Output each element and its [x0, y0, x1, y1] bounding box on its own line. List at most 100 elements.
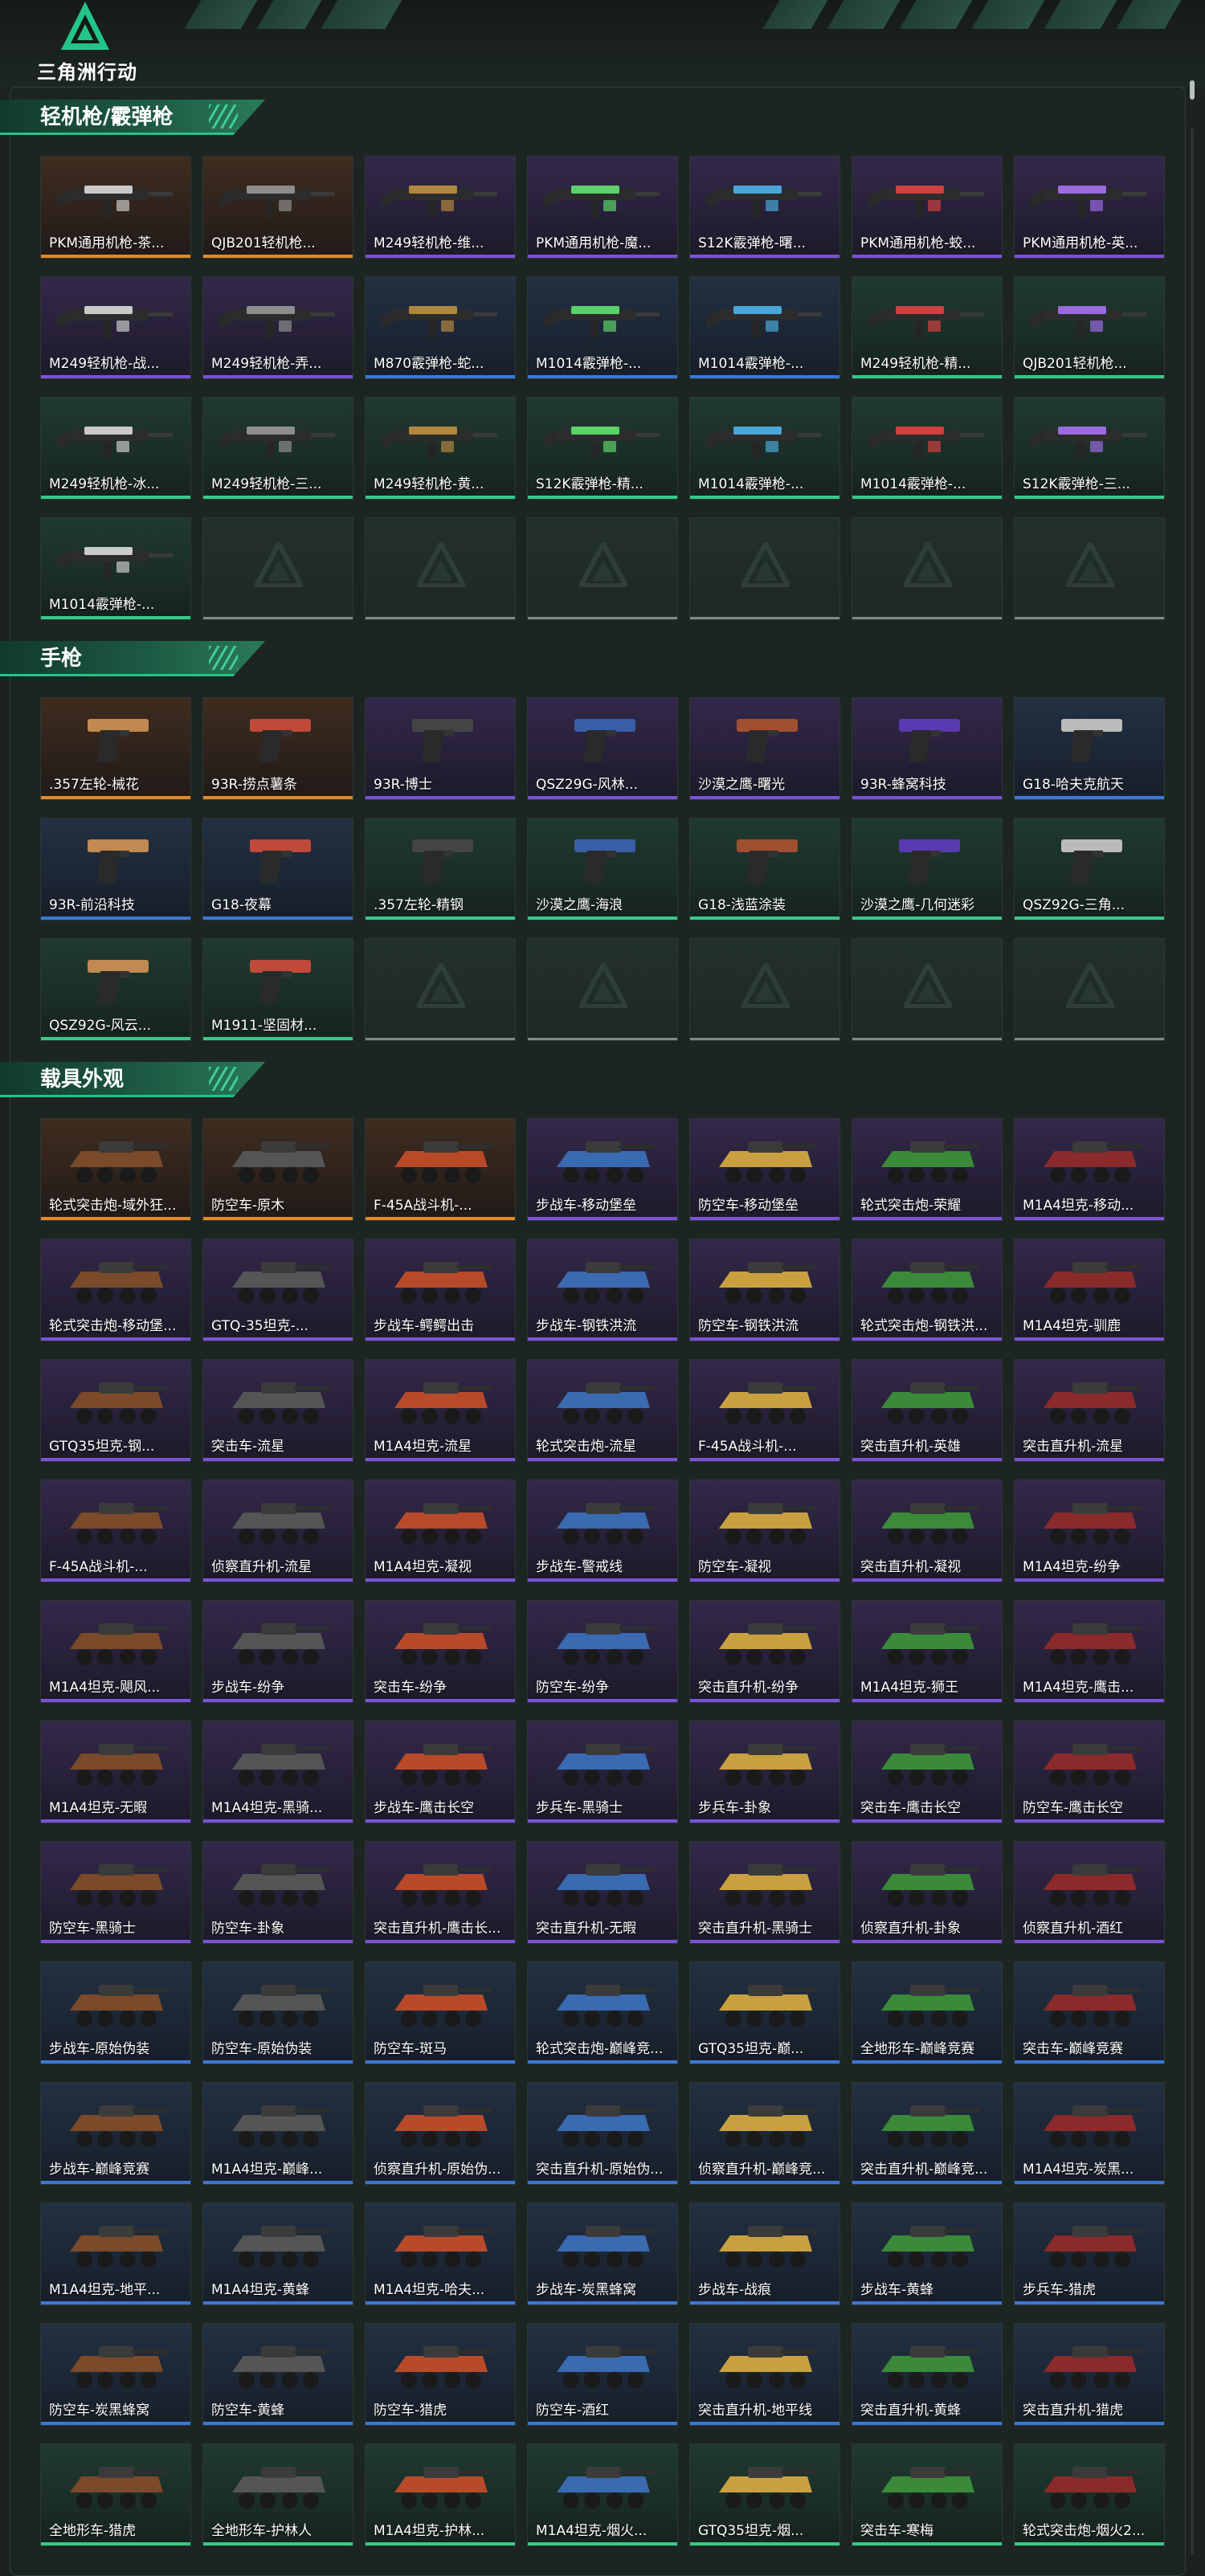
skin-card[interactable]: 防空车-炭黑蜂窝 [40, 2323, 191, 2426]
skin-card[interactable]: 突击直升机-黑骑士 [689, 1841, 840, 1944]
skin-card[interactable]: M870霰弹枪-蛇... [365, 276, 516, 379]
skin-card[interactable]: M1014霰弹枪-... [689, 397, 840, 500]
skin-card[interactable]: 步战车-黄蜂 [852, 2202, 1003, 2305]
skin-card[interactable]: 防空车-酒红 [527, 2323, 678, 2426]
skin-card[interactable]: QJB201轻机枪... [1014, 276, 1165, 379]
skin-card[interactable]: GTQ35坦克-钢... [40, 1359, 191, 1462]
skin-card[interactable]: 防空车-移动堡垒 [689, 1118, 840, 1221]
skin-card[interactable]: 突击直升机-鹰击长... [365, 1841, 516, 1944]
skin-card[interactable]: 步战车-纷争 [202, 1600, 353, 1703]
skin-card[interactable]: 轮式突击炮-钢铁洪... [852, 1239, 1003, 1341]
skin-card[interactable]: PKM通用机枪-英... [1014, 156, 1165, 259]
skin-card[interactable]: M249轻机枪-三... [202, 397, 353, 500]
skin-card[interactable]: M1A4坦克-驯鹿 [1014, 1239, 1165, 1341]
skin-card[interactable]: 侦察直升机-巅峰竞... [689, 2082, 840, 2185]
skin-card[interactable]: 轮式突击炮-巅峰竞... [527, 1962, 678, 2064]
brand-logo[interactable]: 三角洲行动 [35, 0, 148, 84]
skin-card[interactable]: 防空车-纷争 [527, 1600, 678, 1703]
skin-card[interactable]: 轮式突击炮-荣耀 [852, 1118, 1003, 1221]
skin-card[interactable]: M1014霰弹枪-... [40, 517, 191, 620]
skin-card[interactable]: 步战车-巅峰竞赛 [40, 2082, 191, 2185]
skin-card[interactable]: 突击直升机-猎虎 [1014, 2323, 1165, 2426]
skin-card[interactable]: QJB201轻机枪... [202, 156, 353, 259]
skin-card[interactable]: 防空车-黄蜂 [202, 2323, 353, 2426]
skin-card[interactable]: GTQ35坦克-烟... [689, 2443, 840, 2546]
skin-card[interactable]: 防空车-猎虎 [365, 2323, 516, 2426]
skin-card[interactable]: S12K霰弹枪-三... [1014, 397, 1165, 500]
skin-card[interactable]: M1A4坦克-烟火... [527, 2443, 678, 2546]
skin-card[interactable]: .357左轮-械花 [40, 697, 191, 800]
skin-card[interactable]: 步战车-鹰击长空 [365, 1721, 516, 1823]
skin-card[interactable]: 93R-博士 [365, 697, 516, 800]
skin-card[interactable]: M1A4坦克-无暇 [40, 1721, 191, 1823]
skin-card[interactable]: 全地形车-巅峰竞赛 [852, 1962, 1003, 2064]
skin-card[interactable]: 步兵车-卦象 [689, 1721, 840, 1823]
skin-card[interactable]: 突击直升机-地平线 [689, 2323, 840, 2426]
skin-card[interactable]: 突击车-纷争 [365, 1600, 516, 1703]
skin-card[interactable]: M1014霰弹枪-... [527, 276, 678, 379]
skin-card[interactable]: 步战车-移动堡垒 [527, 1118, 678, 1221]
skin-card[interactable]: 轮式突击炮-烟火2... [1014, 2443, 1165, 2546]
skin-card[interactable]: F-45A战斗机-... [365, 1118, 516, 1221]
skin-card[interactable]: M249轻机枪-冰... [40, 397, 191, 500]
skin-card[interactable]: 突击直升机-巅峰竞... [852, 2082, 1003, 2185]
skin-card[interactable]: M1A4坦克-鹰击... [1014, 1600, 1165, 1703]
skin-card[interactable]: .357左轮-精钢 [365, 818, 516, 921]
skin-card[interactable]: 步战车-战痕 [689, 2202, 840, 2305]
skin-card[interactable]: 突击直升机-凝视 [852, 1480, 1003, 1582]
skin-card[interactable]: 防空车-卦象 [202, 1841, 353, 1944]
skin-card[interactable]: 防空车-原始伪装 [202, 1962, 353, 2064]
skin-card[interactable]: QSZ92G-风云... [40, 938, 191, 1041]
skin-card[interactable]: 突击直升机-原始伪... [527, 2082, 678, 2185]
skin-card[interactable]: 突击直升机-纷争 [689, 1600, 840, 1703]
skin-card[interactable]: 轮式突击炮-移动堡... [40, 1239, 191, 1341]
skin-card[interactable]: M249轻机枪-弄... [202, 276, 353, 379]
skin-card[interactable]: M1A4坦克-黄蜂 [202, 2202, 353, 2305]
skin-card[interactable]: M1A4坦克-黑骑... [202, 1721, 353, 1823]
skin-card[interactable]: G18-哈夫克航天 [1014, 697, 1165, 800]
skin-card[interactable]: 沙漠之鹰-几何迷彩 [852, 818, 1003, 921]
skin-card[interactable]: M249轻机枪-黄... [365, 397, 516, 500]
skin-card[interactable]: 沙漠之鹰-曙光 [689, 697, 840, 800]
skin-card[interactable]: 防空车-斑马 [365, 1962, 516, 2064]
skin-card[interactable]: 步战车-钢铁洪流 [527, 1239, 678, 1341]
skin-card[interactable]: M249轻机枪-维... [365, 156, 516, 259]
skin-card[interactable]: PKM通用机枪-魔... [527, 156, 678, 259]
skin-card[interactable]: 突击车-流星 [202, 1359, 353, 1462]
skin-card[interactable]: 突击车-鹰击长空 [852, 1721, 1003, 1823]
skin-card[interactable]: M1A4坦克-护林... [365, 2443, 516, 2546]
skin-card[interactable]: M1A4坦克-地平... [40, 2202, 191, 2305]
skin-card[interactable]: M1A4坦克-飓风... [40, 1600, 191, 1703]
skin-card[interactable]: 侦察直升机-原始伪... [365, 2082, 516, 2185]
skin-card[interactable]: 轮式突击炮-流星 [527, 1359, 678, 1462]
skin-card[interactable]: S12K霰弹枪-精... [527, 397, 678, 500]
skin-card[interactable]: 侦察直升机-酒红 [1014, 1841, 1165, 1944]
skin-card[interactable]: G18-浅蓝涂装 [689, 818, 840, 921]
skin-card[interactable]: 突击直升机-无暇 [527, 1841, 678, 1944]
skin-card[interactable]: GTQ-35坦克-... [202, 1239, 353, 1341]
skin-card[interactable]: 轮式突击炮-域外狂... [40, 1118, 191, 1221]
skin-card[interactable]: G18-夜幕 [202, 818, 353, 921]
skin-card[interactable]: PKM通用机枪-蛟... [852, 156, 1003, 259]
skin-card[interactable]: 突击车-巅峰竞赛 [1014, 1962, 1165, 2064]
skin-card[interactable]: M1A4坦克-移动... [1014, 1118, 1165, 1221]
skin-card[interactable]: 防空车-凝视 [689, 1480, 840, 1582]
skin-card[interactable]: M1A4坦克-哈夫... [365, 2202, 516, 2305]
skin-card[interactable]: M1014霰弹枪-... [689, 276, 840, 379]
skin-card[interactable]: GTQ35坦克-巅... [689, 1962, 840, 2064]
skin-card[interactable]: F-45A战斗机-... [689, 1359, 840, 1462]
skin-card[interactable]: M249轻机枪-战... [40, 276, 191, 379]
skin-card[interactable]: 步兵车-黑骑士 [527, 1721, 678, 1823]
skin-card[interactable]: 防空车-鹰击长空 [1014, 1721, 1165, 1823]
skin-card[interactable]: M1911-坚固材... [202, 938, 353, 1041]
skin-card[interactable]: 防空车-钢铁洪流 [689, 1239, 840, 1341]
skin-card[interactable]: 步兵车-猎虎 [1014, 2202, 1165, 2305]
skin-card[interactable]: M1A4坦克-巅峰... [202, 2082, 353, 2185]
skin-card[interactable]: QSZ92G-三角... [1014, 818, 1165, 921]
skin-card[interactable]: M1A4坦克-炭黑... [1014, 2082, 1165, 2185]
skin-card[interactable]: 突击直升机-流星 [1014, 1359, 1165, 1462]
skin-card[interactable]: 防空车-黑骑士 [40, 1841, 191, 1944]
skin-card[interactable]: S12K霰弹枪-曙... [689, 156, 840, 259]
skin-card[interactable]: 突击车-寒梅 [852, 2443, 1003, 2546]
skin-card[interactable]: M1A4坦克-凝视 [365, 1480, 516, 1582]
